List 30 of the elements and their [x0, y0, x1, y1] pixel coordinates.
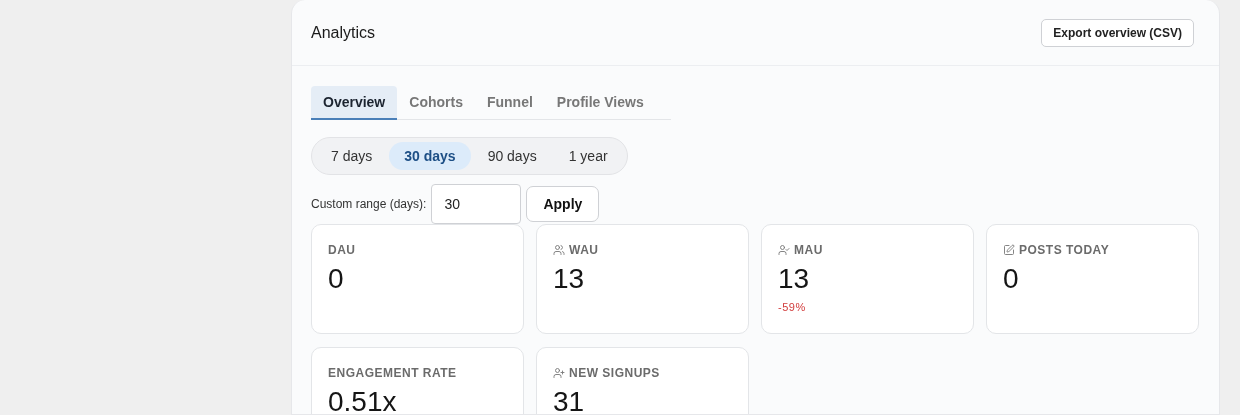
tab[interactable]: Overview: [311, 86, 398, 120]
metric-label: MAU: [794, 243, 823, 257]
metric-value: 0: [1003, 263, 1020, 295]
users-icon: [553, 244, 565, 256]
metric-label: NEW SIGNUPS: [569, 366, 660, 380]
metric-value: 13: [778, 263, 811, 295]
panel-title: Analytics: [311, 23, 376, 42]
custom-range-field[interactable]: 30: [431, 184, 522, 224]
user-check-icon: [778, 244, 790, 256]
tab[interactable]: Cohorts: [397, 86, 475, 120]
metric-label: WAU: [569, 243, 599, 257]
metric-value: 31: [553, 386, 586, 414]
metric-value: 13: [553, 263, 586, 295]
custom-range-label: Custom range (days):: [311, 197, 427, 211]
range-option[interactable]: 90 days: [472, 142, 552, 170]
metric-value: 0: [328, 263, 345, 295]
metric-label: ENGAGEMENT RATE: [328, 366, 457, 380]
tab[interactable]: Funnel: [474, 86, 545, 120]
user-plus-icon: [553, 367, 565, 379]
metric-label: DAU: [328, 243, 356, 257]
apply-button[interactable]: Apply: [526, 186, 600, 222]
tab[interactable]: Profile Views: [544, 86, 656, 120]
range-option[interactable]: 30 days: [389, 142, 471, 170]
edit-icon: [1003, 244, 1015, 256]
range-option[interactable]: 7 days: [316, 142, 388, 170]
export-button[interactable]: Export overview (CSV): [1041, 18, 1194, 47]
metric-value: 0.51x: [328, 386, 398, 414]
metric-change: -59%: [778, 301, 807, 313]
metric-label: POSTS TODAY: [1019, 243, 1110, 257]
range-option[interactable]: 1 year: [553, 142, 623, 170]
